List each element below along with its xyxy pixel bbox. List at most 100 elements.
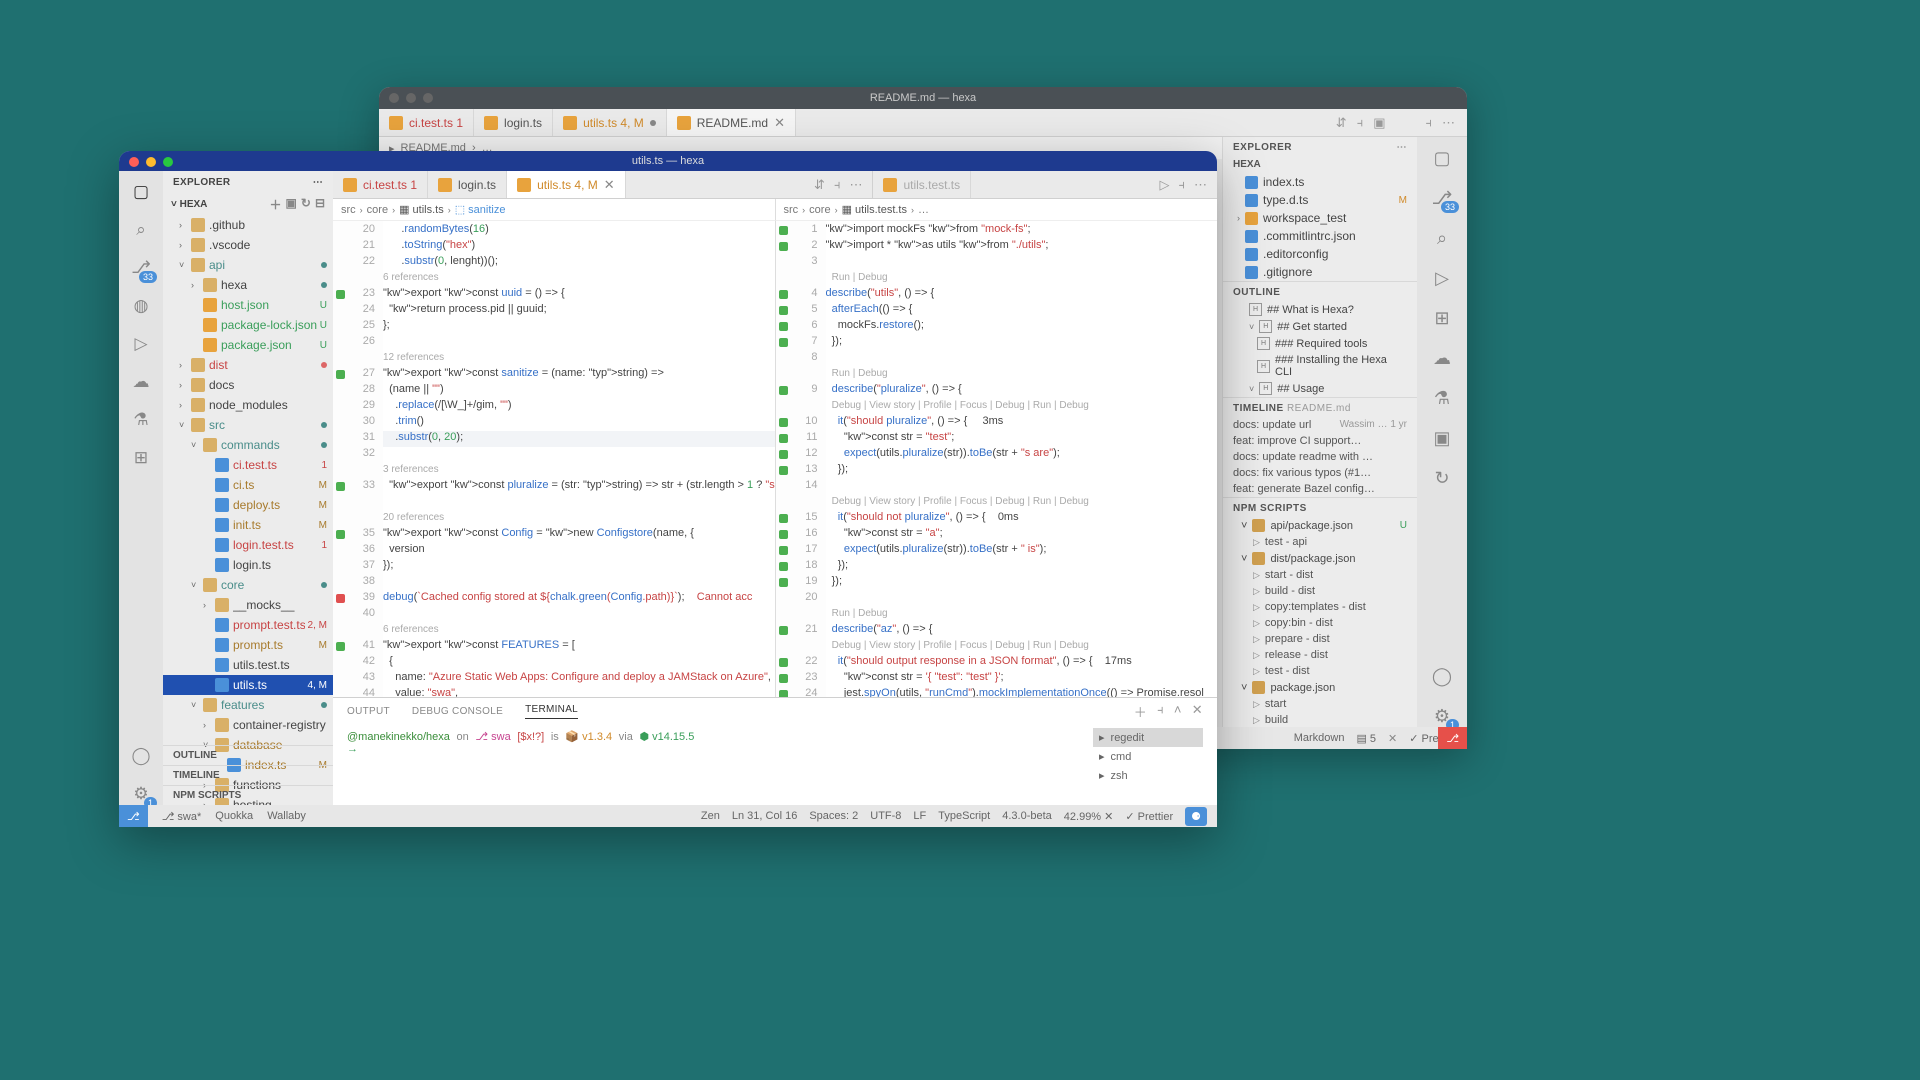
- new-file-icon[interactable]: ＋: [270, 196, 282, 213]
- terminal-tab-terminal[interactable]: TERMINAL: [525, 704, 578, 719]
- search-icon[interactable]: ⌕: [1431, 227, 1453, 249]
- status-quokka[interactable]: Quokka: [215, 810, 253, 822]
- status-branch[interactable]: swa*: [177, 811, 201, 823]
- bell-icon[interactable]: ⚈: [1185, 807, 1207, 826]
- ext-icon[interactable]: ⊞: [130, 447, 152, 469]
- outline-item[interactable]: ˅H## Get started: [1223, 318, 1417, 335]
- file-item[interactable]: init.tsM: [163, 515, 333, 535]
- status-lang[interactable]: TypeScript: [938, 810, 990, 822]
- account-icon[interactable]: ◯: [1431, 665, 1453, 687]
- file-item[interactable]: .commitlintrc.json: [1223, 227, 1417, 245]
- terminal-shell-item[interactable]: ▸cmd: [1093, 747, 1203, 766]
- npm-package[interactable]: ˅package.json: [1223, 679, 1417, 696]
- docker-icon[interactable]: ▣: [1431, 427, 1453, 449]
- status-prettier[interactable]: Prettier: [1138, 811, 1173, 823]
- terminal-tab-output[interactable]: OUTPUT: [347, 706, 390, 717]
- share-icon[interactable]: ↻: [1431, 467, 1453, 489]
- file-item[interactable]: host.jsonU: [163, 295, 333, 315]
- npm-script[interactable]: ▷build - dist: [1223, 583, 1417, 599]
- npm-package[interactable]: ˅api/package.jsonU: [1223, 517, 1417, 534]
- folder-item[interactable]: ›dist: [163, 355, 333, 375]
- remote-indicator[interactable]: ⎇: [119, 805, 148, 827]
- terminal-shell-item[interactable]: ▸regedit: [1093, 728, 1203, 747]
- split-icon[interactable]: ⫞: [834, 177, 841, 193]
- npm-package[interactable]: ˅dist/package.json: [1223, 550, 1417, 567]
- folder-item[interactable]: ›.github: [163, 215, 333, 235]
- terminal-body[interactable]: @manekinekko/hexa on ⎇ swa [$x!?] is 📦 v…: [333, 724, 1217, 761]
- editor-tab[interactable]: login.ts: [474, 109, 553, 136]
- timeline-item[interactable]: docs: update urlWassim … 1 yr: [1223, 417, 1417, 433]
- timeline-section[interactable]: TIMELINE: [163, 765, 333, 785]
- split-icon[interactable]: ⫞: [1357, 115, 1364, 131]
- folder-item[interactable]: ˅src: [163, 415, 333, 435]
- file-item[interactable]: package.jsonU: [163, 335, 333, 355]
- folder-item[interactable]: ›.vscode: [163, 235, 333, 255]
- run-icon[interactable]: ▷: [1160, 177, 1170, 193]
- status-position[interactable]: Ln 31, Col 16: [732, 810, 797, 822]
- plus-icon[interactable]: ＋: [1134, 702, 1147, 721]
- npm-script[interactable]: ▷copy:bin - dist: [1223, 615, 1417, 631]
- npm-script[interactable]: ▷prepare - dist: [1223, 631, 1417, 647]
- test-icon[interactable]: ⚗: [1431, 387, 1453, 409]
- editor-tab[interactable]: ci.test.ts 1: [333, 171, 428, 198]
- status-spaces[interactable]: Spaces: 2: [809, 810, 858, 822]
- timeline-item[interactable]: docs: fix various typos (#1…: [1223, 465, 1417, 481]
- editor-tab[interactable]: utils.test.ts: [873, 171, 971, 198]
- status-eol[interactable]: LF: [913, 810, 926, 822]
- folder-item[interactable]: ›docs: [163, 375, 333, 395]
- timeline-item[interactable]: feat: improve CI support…: [1223, 433, 1417, 449]
- editor-tab[interactable]: login.ts: [428, 171, 507, 198]
- folder-item[interactable]: ˅commands: [163, 435, 333, 455]
- status-coverage[interactable]: 42.99%: [1064, 811, 1101, 823]
- account-icon[interactable]: ◯: [130, 745, 152, 767]
- outline-item[interactable]: ˅H## Usage: [1223, 380, 1417, 397]
- files-icon[interactable]: ▢: [1431, 147, 1453, 169]
- folder-item[interactable]: ˅core: [163, 575, 333, 595]
- compare-icon[interactable]: ⇵: [1336, 115, 1347, 131]
- split-icon[interactable]: ⫞: [1179, 177, 1186, 193]
- status-encoding[interactable]: UTF-8: [870, 810, 901, 822]
- editor-tab[interactable]: utils.ts 4, M✕: [507, 171, 626, 198]
- chevron-up-icon[interactable]: ˄: [1174, 702, 1182, 721]
- folder-item[interactable]: ›container-registry: [163, 715, 333, 735]
- file-item[interactable]: ci.tsM: [163, 475, 333, 495]
- file-item[interactable]: login.test.ts1: [163, 535, 333, 555]
- file-item[interactable]: login.ts: [163, 555, 333, 575]
- folder-item[interactable]: ›node_modules: [163, 395, 333, 415]
- compare-icon[interactable]: ⇵: [814, 177, 825, 193]
- file-item[interactable]: .editorconfig: [1223, 245, 1417, 263]
- split-icon[interactable]: ⫞: [1157, 702, 1164, 721]
- outline-item[interactable]: H### Required tools: [1223, 335, 1417, 352]
- terminal-tab-debug[interactable]: DEBUG CONSOLE: [412, 706, 503, 717]
- new-folder-icon[interactable]: ▣: [286, 196, 297, 213]
- file-item[interactable]: type.d.tsM: [1223, 191, 1417, 209]
- close-icon[interactable]: ✕: [1192, 702, 1203, 721]
- close-icon[interactable]: ✕: [1388, 732, 1397, 745]
- status-tsver[interactable]: 4.3.0-beta: [1002, 810, 1052, 822]
- npm-script[interactable]: ▷start - dist: [1223, 567, 1417, 583]
- test-icon[interactable]: ⚗: [130, 409, 152, 431]
- file-item[interactable]: ci.test.ts1: [163, 455, 333, 475]
- npm-script[interactable]: ▷test - dist: [1223, 663, 1417, 679]
- file-item[interactable]: utils.ts4, M: [163, 675, 333, 695]
- preview-icon[interactable]: ▣: [1373, 115, 1385, 131]
- gear-icon[interactable]: ⚙: [130, 783, 152, 805]
- gear-icon[interactable]: ⚙: [1431, 705, 1453, 727]
- editor-tab[interactable]: README.md✕: [667, 109, 796, 136]
- editor-tab[interactable]: utils.ts 4, M: [553, 109, 667, 136]
- outline-item[interactable]: H## What is Hexa?: [1223, 301, 1417, 318]
- status-wallaby[interactable]: Wallaby: [267, 810, 306, 822]
- scm-icon[interactable]: ⎇: [130, 257, 152, 279]
- folder-item[interactable]: ›hexa: [163, 275, 333, 295]
- remote-icon[interactable]: ☁: [1431, 347, 1453, 369]
- file-item[interactable]: deploy.tsM: [163, 495, 333, 515]
- timeline-item[interactable]: docs: update readme with …: [1223, 449, 1417, 465]
- npm-script[interactable]: ▷start: [1223, 696, 1417, 712]
- scm-icon[interactable]: ⎇: [1431, 187, 1453, 209]
- status-lang-back[interactable]: Markdown: [1294, 732, 1345, 744]
- github-icon[interactable]: ◍: [130, 295, 152, 317]
- file-item[interactable]: .gitignore: [1223, 263, 1417, 281]
- folder-item[interactable]: ˅api: [163, 255, 333, 275]
- breadcrumb-right[interactable]: src› core› ▦ utils.test.ts› …: [775, 199, 1218, 221]
- file-item[interactable]: prompt.tsM: [163, 635, 333, 655]
